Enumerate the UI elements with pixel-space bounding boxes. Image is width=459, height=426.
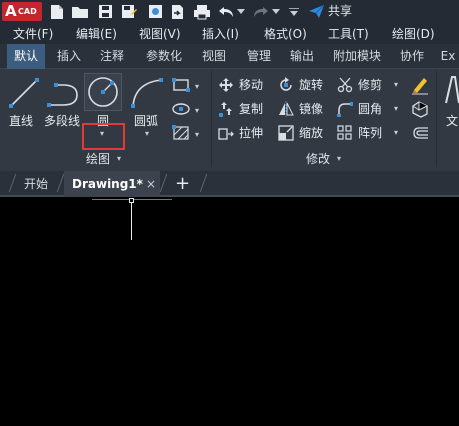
- tab-start[interactable]: 开始: [24, 171, 48, 197]
- rectangle-tool-icon[interactable]: [172, 77, 190, 93]
- new-file-icon[interactable]: [48, 3, 66, 20]
- trim-icon[interactable]: [337, 77, 353, 93]
- explode-icon[interactable]: [411, 100, 429, 118]
- drawing-canvas[interactable]: [0, 198, 459, 426]
- save-to-web-icon[interactable]: [146, 3, 164, 20]
- tab-separator: [8, 174, 17, 192]
- tab-express[interactable]: Ex: [437, 44, 459, 69]
- crosshair-pickbox: [129, 198, 134, 203]
- redo-icon[interactable]: [252, 3, 270, 20]
- tab-manage[interactable]: 管理: [238, 44, 280, 69]
- trim-label[interactable]: 修剪: [358, 77, 382, 93]
- fillet-dropdown-arrow[interactable]: ▾: [394, 105, 398, 113]
- menu-edit[interactable]: 编辑(E): [76, 26, 117, 42]
- move-icon[interactable]: [218, 77, 234, 93]
- save-icon[interactable]: [96, 3, 114, 20]
- tab-view[interactable]: 视图: [193, 44, 235, 69]
- text-tool-label[interactable]: 文: [446, 113, 458, 129]
- menu-file[interactable]: 文件(F): [13, 26, 53, 42]
- fillet-icon[interactable]: [337, 101, 353, 117]
- quick-access-toolbar: A CAD 共享: [0, 0, 459, 24]
- tab-addins[interactable]: 附加模块: [326, 44, 388, 69]
- draw-panel-expand-arrow[interactable]: ▾: [117, 155, 121, 163]
- mirror-label[interactable]: 镜像: [299, 101, 323, 117]
- arc-tool-label[interactable]: 圆弧: [134, 113, 158, 129]
- ellipse-tool-icon[interactable]: [172, 101, 190, 117]
- customize-dropdown-icon[interactable]: [288, 3, 300, 20]
- modify-panel-expand-arrow[interactable]: ▾: [337, 155, 341, 163]
- trim-dropdown-arrow[interactable]: ▾: [394, 81, 398, 89]
- share-icon[interactable]: [306, 3, 326, 20]
- arc-tool-icon[interactable]: [130, 77, 164, 109]
- fillet-label[interactable]: 圆角: [358, 101, 382, 117]
- copy-label[interactable]: 复制: [239, 101, 263, 117]
- copy-icon[interactable]: [218, 101, 234, 117]
- polyline-tool-label[interactable]: 多段线: [44, 113, 80, 129]
- share-label[interactable]: 共享: [328, 3, 352, 20]
- menu-draw[interactable]: 绘图(D): [392, 26, 435, 42]
- save-as-icon[interactable]: [120, 3, 138, 20]
- tab-drawing1[interactable]: Drawing1* ×: [64, 171, 160, 197]
- rotate-label[interactable]: 旋转: [299, 77, 323, 93]
- panel-divider: [211, 71, 212, 167]
- export-icon[interactable]: [168, 3, 186, 20]
- move-label[interactable]: 移动: [239, 77, 263, 93]
- scale-icon[interactable]: [278, 125, 294, 141]
- stretch-label[interactable]: 拉伸: [239, 125, 263, 141]
- undo-dropdown-icon[interactable]: [236, 3, 246, 20]
- ribbon-panel: 直线 多段线 圆 ▾ 圆弧 ▾ ▾ ▾ ▾ 绘图 ▾ 移动 旋转 修剪 ▾ 复制…: [0, 69, 459, 171]
- app-logo[interactable]: A CAD: [2, 2, 42, 21]
- circle-icon: [88, 77, 118, 107]
- close-tab-icon[interactable]: ×: [146, 171, 156, 197]
- open-folder-icon[interactable]: [70, 3, 90, 20]
- menu-format[interactable]: 格式(O): [264, 26, 307, 42]
- menu-bar: 文件(F) 编辑(E) 视图(V) 插入(I) 格式(O) 工具(T) 绘图(D…: [0, 24, 459, 44]
- modify-panel-title[interactable]: 修改: [306, 151, 330, 167]
- new-tab-icon[interactable]: +: [175, 171, 190, 197]
- redo-dropdown-icon[interactable]: [271, 3, 281, 20]
- tab-separator: [159, 174, 168, 192]
- polyline-tool-icon[interactable]: [46, 79, 80, 109]
- tab-annotate[interactable]: 注释: [91, 44, 133, 69]
- mirror-icon[interactable]: [278, 101, 294, 117]
- array-dropdown-arrow[interactable]: ▾: [394, 129, 398, 137]
- rotate-icon[interactable]: [278, 77, 294, 93]
- line-tool-label[interactable]: 直线: [9, 113, 33, 129]
- tab-parametric[interactable]: 参数化: [138, 44, 190, 69]
- undo-icon[interactable]: [217, 3, 235, 20]
- draw-panel-title[interactable]: 绘图: [86, 151, 110, 167]
- tab-output[interactable]: 输出: [282, 44, 322, 69]
- panel-divider: [436, 71, 437, 167]
- app-logo-letter: A: [5, 2, 17, 20]
- stretch-icon[interactable]: [218, 125, 234, 141]
- ribbon-tab-bar: 默认 插入 注释 参数化 视图 管理 输出 附加模块 协作 Ex: [0, 44, 459, 69]
- tab-collaborate[interactable]: 协作: [392, 44, 432, 69]
- array-label[interactable]: 阵列: [358, 125, 382, 141]
- array-icon[interactable]: [337, 125, 353, 141]
- arc-dropdown-arrow[interactable]: ▾: [145, 130, 149, 138]
- rectangle-dropdown-arrow[interactable]: ▾: [195, 83, 199, 91]
- print-icon[interactable]: [192, 3, 212, 20]
- tab-insert[interactable]: 插入: [49, 44, 89, 69]
- app-logo-text: CAD: [18, 7, 37, 16]
- ellipse-dropdown-arrow[interactable]: ▾: [195, 107, 199, 115]
- tab-separator: [199, 174, 208, 192]
- hatch-tool-icon[interactable]: [172, 125, 190, 141]
- document-tab-bar: 开始 Drawing1* × +: [0, 171, 459, 197]
- circle-tool-button[interactable]: [84, 73, 122, 111]
- circle-dropdown-highlight: [82, 123, 125, 150]
- crosshair-cursor-icon: [131, 199, 132, 240]
- line-tool-icon[interactable]: [8, 77, 40, 109]
- drawing1-tab-label: Drawing1*: [72, 177, 143, 191]
- offset-icon[interactable]: [411, 125, 429, 141]
- menu-insert[interactable]: 插入(I): [202, 26, 239, 42]
- tab-default[interactable]: 默认: [7, 44, 45, 69]
- hatch-dropdown-arrow[interactable]: ▾: [195, 131, 199, 139]
- menu-tools[interactable]: 工具(T): [328, 26, 369, 42]
- menu-view[interactable]: 视图(V): [139, 26, 181, 42]
- scale-label[interactable]: 缩放: [299, 125, 323, 141]
- text-tool-icon[interactable]: [444, 75, 459, 105]
- erase-icon[interactable]: [411, 75, 429, 95]
